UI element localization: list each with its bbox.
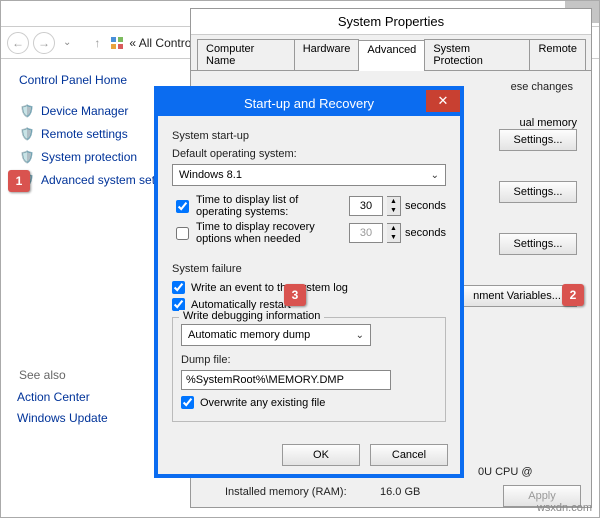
- back-button[interactable]: ←: [7, 32, 29, 54]
- dump-file-label: Dump file:: [181, 354, 437, 366]
- time-list-spinner[interactable]: ▲▼: [387, 196, 401, 216]
- up-button[interactable]: ↑: [89, 32, 105, 54]
- ram-value: 16.0 GB: [380, 486, 420, 498]
- startup-recovery-dialog: Start-up and Recovery ✕ System start-up …: [154, 86, 464, 478]
- write-debug-legend: Write debugging information: [179, 310, 324, 322]
- tab-hardware[interactable]: Hardware: [294, 39, 360, 70]
- watermark: wsxdn.com: [537, 502, 592, 514]
- cpu-tail-text: 0U CPU @: [478, 466, 533, 478]
- history-chevron-icon[interactable]: ⌄: [59, 37, 75, 48]
- time-list-label: Time to display list of operating system…: [196, 194, 345, 218]
- settings-button-performance[interactable]: Settings...: [499, 129, 577, 151]
- overwrite-label: Overwrite any existing file: [200, 397, 325, 409]
- dump-file-field[interactable]: [181, 370, 391, 390]
- startup-close-button[interactable]: ✕: [426, 90, 460, 112]
- sidebar-item-label: Remote settings: [41, 127, 128, 141]
- tab-system-protection[interactable]: System Protection: [424, 39, 530, 70]
- time-recovery-spinner: ▲▼: [387, 223, 401, 243]
- write-event-checkbox[interactable]: [172, 281, 185, 294]
- startup-title: Start-up and Recovery: [244, 96, 374, 111]
- sidebar-item-label: Advanced system setti: [41, 173, 161, 187]
- forward-button[interactable]: →: [33, 32, 55, 54]
- sidebar-item-label: System protection: [41, 150, 137, 164]
- control-panel-home-link[interactable]: Control Panel Home: [19, 73, 183, 87]
- ram-label: Installed memory (RAM):: [225, 486, 347, 498]
- tab-remote[interactable]: Remote: [529, 39, 586, 70]
- seconds-label-2: seconds: [405, 227, 446, 239]
- system-properties-title: System Properties: [191, 9, 591, 35]
- device-manager-icon: 🛡️: [19, 103, 35, 119]
- write-event-label: Write an event to the system log: [191, 282, 348, 294]
- ok-button[interactable]: OK: [282, 444, 360, 466]
- sidebar-item-label: Action Center: [17, 390, 90, 404]
- environment-variables-button[interactable]: nment Variables...: [457, 285, 577, 307]
- system-failure-group: System failure: [172, 263, 446, 275]
- tab-advanced[interactable]: Advanced: [358, 40, 425, 71]
- sidebar-item-label: Windows Update: [17, 411, 108, 425]
- default-os-value: Windows 8.1: [179, 169, 242, 181]
- callout-1: 1: [8, 170, 30, 192]
- time-recovery-checkbox[interactable]: [176, 227, 189, 240]
- sidebar-item-label: Device Manager: [41, 104, 128, 118]
- remote-settings-icon: 🛡️: [19, 126, 35, 142]
- default-os-combo[interactable]: Windows 8.1 ⌄: [172, 164, 446, 186]
- time-recovery-value: [349, 223, 383, 243]
- default-os-label: Default operating system:: [172, 148, 446, 160]
- system-startup-group: System start-up: [172, 130, 446, 142]
- chevron-down-icon: ⌄: [431, 170, 439, 181]
- time-list-checkbox[interactable]: [176, 200, 189, 213]
- settings-button-startup[interactable]: Settings...: [499, 233, 577, 255]
- system-protection-icon: 🛡️: [19, 149, 35, 165]
- startup-titlebar: Start-up and Recovery ✕: [158, 90, 460, 116]
- callout-2: 2: [562, 284, 584, 306]
- breadcrumb-text: « All Contro: [129, 36, 191, 50]
- time-recovery-label: Time to display recovery options when ne…: [196, 221, 345, 245]
- system-properties-tabs: Computer Name Hardware Advanced System P…: [191, 35, 591, 71]
- seconds-label: seconds: [405, 200, 446, 212]
- dump-mode-combo[interactable]: Automatic memory dump ⌄: [181, 324, 371, 346]
- cancel-button[interactable]: Cancel: [370, 444, 448, 466]
- time-list-value[interactable]: [349, 196, 383, 216]
- control-panel-icon: [109, 35, 125, 51]
- overwrite-checkbox[interactable]: [181, 396, 194, 409]
- startup-body: System start-up Default operating system…: [158, 116, 460, 474]
- chevron-down-icon: ⌄: [356, 330, 364, 341]
- callout-3: 3: [284, 284, 306, 306]
- debug-info-group: Write debugging information Automatic me…: [172, 317, 446, 422]
- settings-button-userprofiles[interactable]: Settings...: [499, 181, 577, 203]
- auto-restart-label: Automatically restart: [191, 299, 291, 311]
- breadcrumb[interactable]: « All Contro: [109, 35, 191, 51]
- tab-computer-name[interactable]: Computer Name: [197, 39, 295, 70]
- dump-mode-value: Automatic memory dump: [188, 329, 310, 341]
